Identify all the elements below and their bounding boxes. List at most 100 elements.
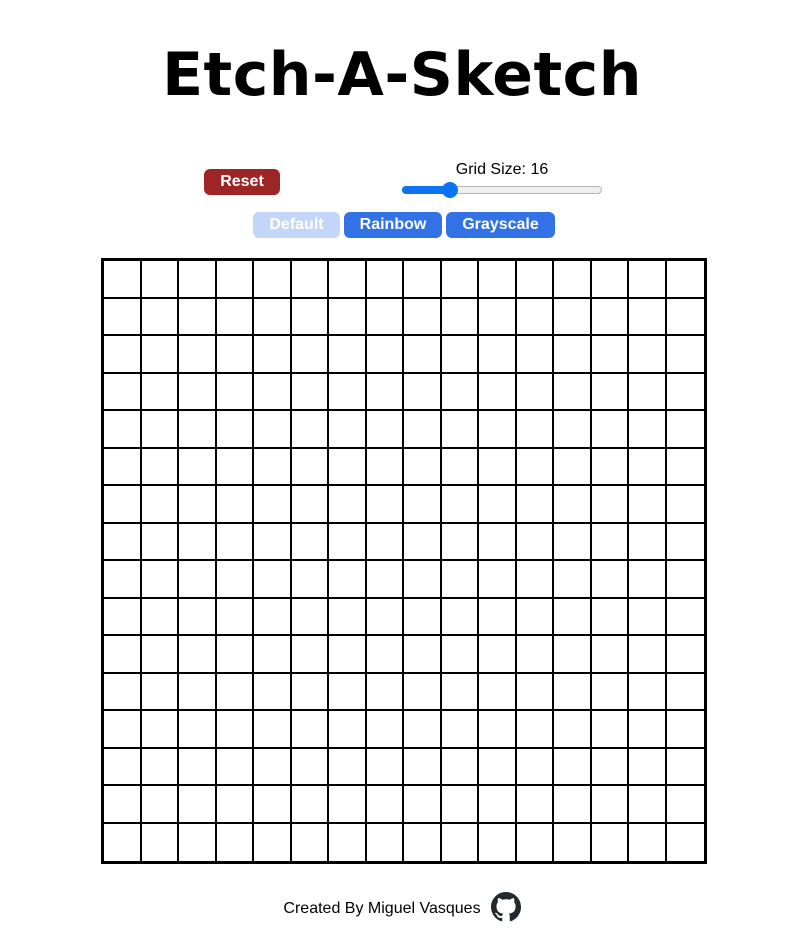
grid-cell[interactable] bbox=[479, 823, 517, 861]
grid-cell[interactable] bbox=[629, 373, 667, 411]
grid-cell[interactable] bbox=[591, 636, 629, 674]
grid-cell[interactable] bbox=[666, 486, 704, 524]
grid-cell[interactable] bbox=[291, 711, 329, 749]
grid-cell[interactable] bbox=[441, 448, 479, 486]
grid-cell[interactable] bbox=[104, 673, 142, 711]
grid-cell[interactable] bbox=[291, 298, 329, 336]
grid-cell[interactable] bbox=[441, 411, 479, 449]
grid-cell[interactable] bbox=[441, 561, 479, 599]
grid-cell[interactable] bbox=[554, 748, 592, 786]
grid-cell[interactable] bbox=[366, 448, 404, 486]
grid-cell[interactable] bbox=[291, 561, 329, 599]
grid-cell[interactable] bbox=[291, 411, 329, 449]
grid-cell[interactable] bbox=[329, 598, 367, 636]
grid-cell[interactable] bbox=[291, 486, 329, 524]
github-link[interactable] bbox=[489, 891, 521, 927]
grid-cell[interactable] bbox=[254, 561, 292, 599]
grid-cell[interactable] bbox=[666, 411, 704, 449]
grid-cell[interactable] bbox=[366, 748, 404, 786]
grid-size-slider[interactable] bbox=[402, 182, 602, 198]
grid-cell[interactable] bbox=[629, 523, 667, 561]
grid-cell[interactable] bbox=[554, 448, 592, 486]
grid-cell[interactable] bbox=[516, 486, 554, 524]
grid-cell[interactable] bbox=[366, 823, 404, 861]
grid-cell[interactable] bbox=[254, 448, 292, 486]
grid-cell[interactable] bbox=[479, 336, 517, 374]
grid-cell[interactable] bbox=[516, 411, 554, 449]
grid-cell[interactable] bbox=[629, 711, 667, 749]
grid-cell[interactable] bbox=[141, 261, 179, 299]
grid-cell[interactable] bbox=[554, 261, 592, 299]
grid-cell[interactable] bbox=[179, 411, 217, 449]
grid-cell[interactable] bbox=[516, 823, 554, 861]
grid-cell[interactable] bbox=[591, 411, 629, 449]
grid-cell[interactable] bbox=[404, 561, 442, 599]
grid-cell[interactable] bbox=[291, 523, 329, 561]
grid-cell[interactable] bbox=[179, 636, 217, 674]
grid-cell[interactable] bbox=[479, 486, 517, 524]
grid-cell[interactable] bbox=[516, 636, 554, 674]
grid-cell[interactable] bbox=[179, 261, 217, 299]
grid-cell[interactable] bbox=[291, 373, 329, 411]
grid-cell[interactable] bbox=[179, 298, 217, 336]
grid-cell[interactable] bbox=[404, 673, 442, 711]
grid-cell[interactable] bbox=[441, 336, 479, 374]
grid-cell[interactable] bbox=[329, 673, 367, 711]
grid-cell[interactable] bbox=[104, 448, 142, 486]
grid-cell[interactable] bbox=[216, 823, 254, 861]
grid-cell[interactable] bbox=[441, 711, 479, 749]
grid-cell[interactable] bbox=[629, 673, 667, 711]
grid-cell[interactable] bbox=[479, 523, 517, 561]
grid-cell[interactable] bbox=[479, 786, 517, 824]
grid-cell[interactable] bbox=[366, 261, 404, 299]
grid-cell[interactable] bbox=[629, 786, 667, 824]
grid-cell[interactable] bbox=[141, 373, 179, 411]
grid-cell[interactable] bbox=[591, 711, 629, 749]
grid-cell[interactable] bbox=[291, 636, 329, 674]
grid-cell[interactable] bbox=[404, 636, 442, 674]
grid-cell[interactable] bbox=[329, 411, 367, 449]
grid-cell[interactable] bbox=[254, 823, 292, 861]
grid-cell[interactable] bbox=[291, 748, 329, 786]
grid-cell[interactable] bbox=[591, 373, 629, 411]
grid-cell[interactable] bbox=[329, 636, 367, 674]
grid-cell[interactable] bbox=[104, 298, 142, 336]
grid-cell[interactable] bbox=[254, 523, 292, 561]
grid-cell[interactable] bbox=[254, 636, 292, 674]
grid-cell[interactable] bbox=[629, 598, 667, 636]
rainbow-mode-button[interactable]: Rainbow bbox=[344, 212, 442, 238]
grid-cell[interactable] bbox=[216, 711, 254, 749]
grid-cell[interactable] bbox=[591, 673, 629, 711]
grid-cell[interactable] bbox=[554, 523, 592, 561]
grid-cell[interactable] bbox=[591, 448, 629, 486]
grid-cell[interactable] bbox=[216, 748, 254, 786]
grid-cell[interactable] bbox=[366, 411, 404, 449]
grid-cell[interactable] bbox=[179, 336, 217, 374]
grid-cell[interactable] bbox=[591, 823, 629, 861]
grid-cell[interactable] bbox=[554, 786, 592, 824]
grid-cell[interactable] bbox=[554, 711, 592, 749]
grid-cell[interactable] bbox=[666, 598, 704, 636]
grid-cell[interactable] bbox=[254, 373, 292, 411]
grid-cell[interactable] bbox=[629, 636, 667, 674]
grid-cell[interactable] bbox=[479, 411, 517, 449]
grid-cell[interactable] bbox=[554, 336, 592, 374]
grid-cell[interactable] bbox=[666, 786, 704, 824]
grid-cell[interactable] bbox=[254, 261, 292, 299]
grid-cell[interactable] bbox=[366, 486, 404, 524]
grayscale-mode-button[interactable]: Grayscale bbox=[446, 212, 555, 238]
grid-cell[interactable] bbox=[516, 336, 554, 374]
grid-cell[interactable] bbox=[554, 673, 592, 711]
grid-cell[interactable] bbox=[441, 261, 479, 299]
grid-cell[interactable] bbox=[516, 298, 554, 336]
grid-cell[interactable] bbox=[591, 298, 629, 336]
grid-cell[interactable] bbox=[254, 786, 292, 824]
grid-cell[interactable] bbox=[629, 448, 667, 486]
default-mode-button[interactable]: Default bbox=[253, 212, 340, 238]
grid-cell[interactable] bbox=[329, 486, 367, 524]
grid-cell[interactable] bbox=[554, 298, 592, 336]
grid-cell[interactable] bbox=[141, 673, 179, 711]
grid-cell[interactable] bbox=[404, 786, 442, 824]
grid-cell[interactable] bbox=[629, 336, 667, 374]
grid-cell[interactable] bbox=[591, 748, 629, 786]
